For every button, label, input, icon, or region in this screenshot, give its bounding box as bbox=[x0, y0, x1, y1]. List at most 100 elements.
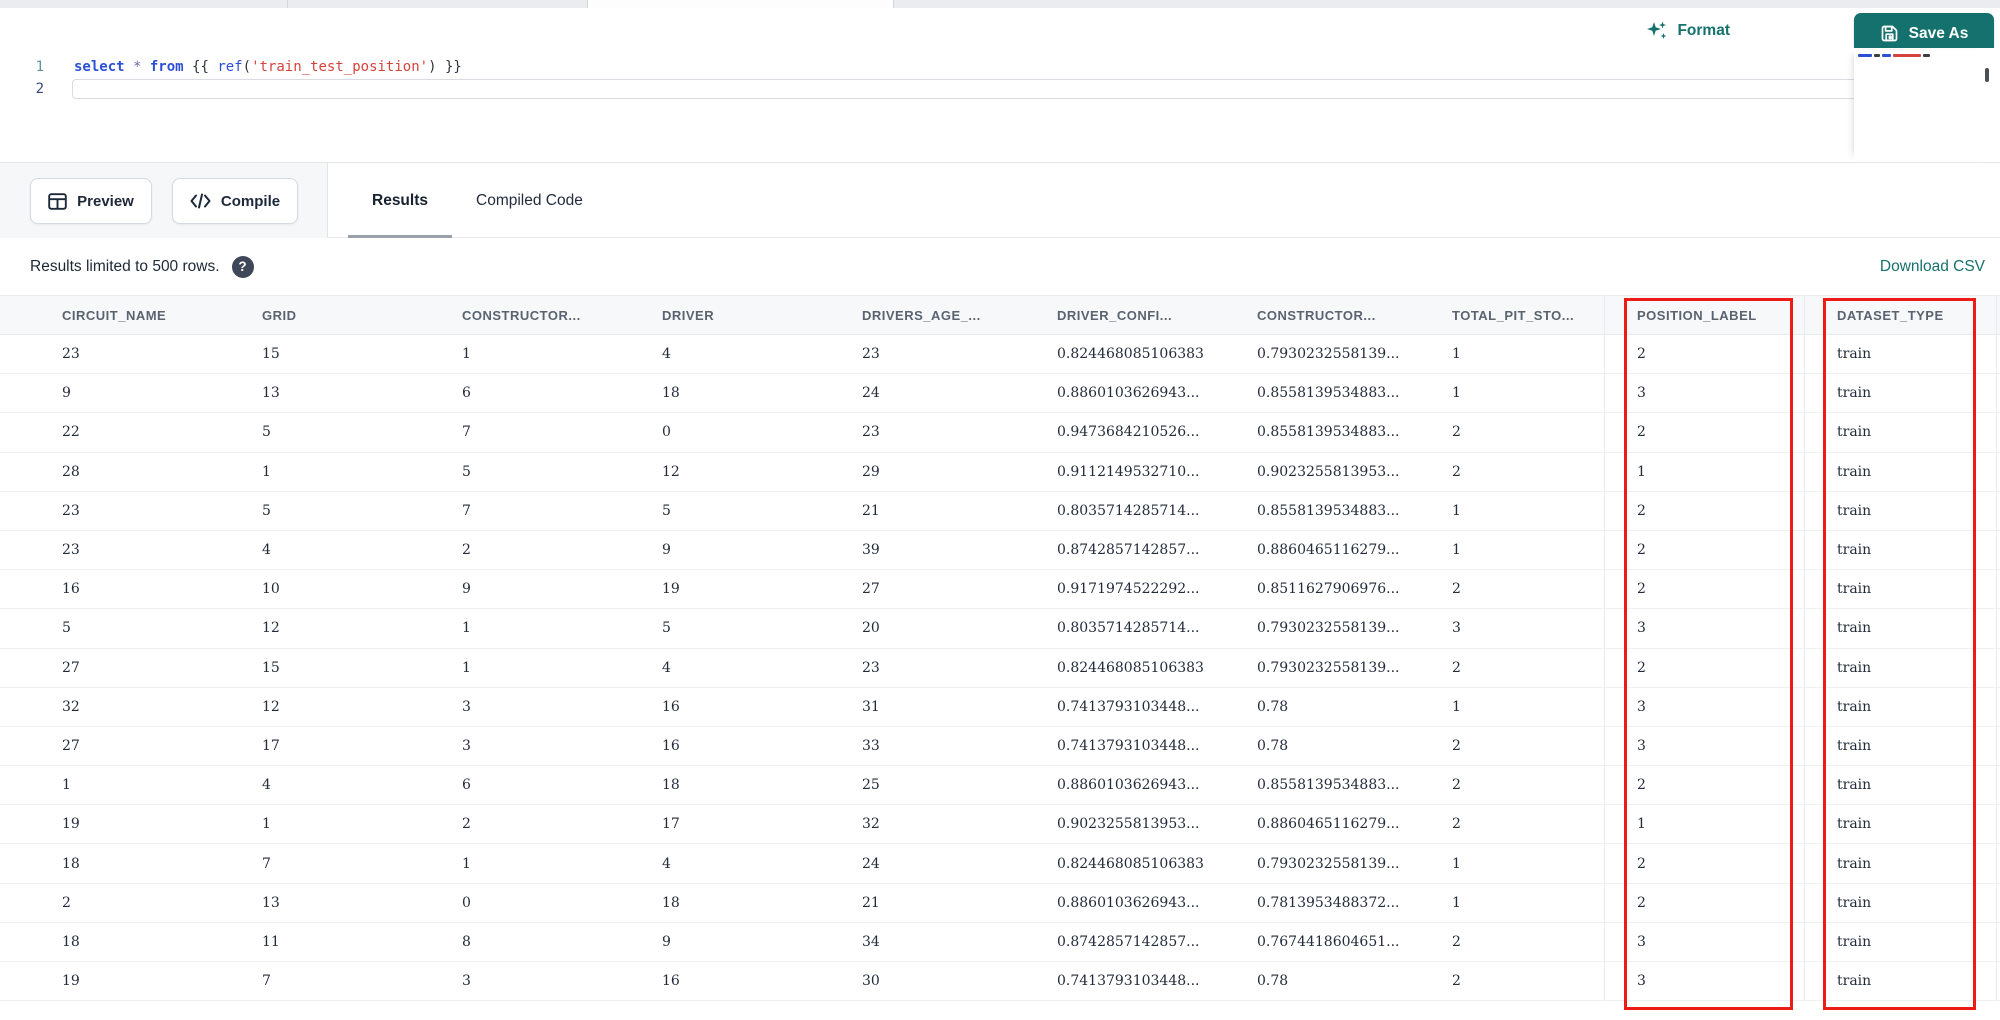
table-cell: 2 bbox=[430, 531, 630, 571]
editor-line-2[interactable]: 2 bbox=[0, 78, 2000, 100]
compile-label: Compile bbox=[220, 192, 281, 210]
table-cell: 0.7413793103448... bbox=[1025, 688, 1225, 727]
format-button[interactable]: Format bbox=[1646, 16, 1730, 46]
table-cell: 16 bbox=[30, 570, 230, 610]
table-cell: 0.7413793103448... bbox=[1025, 727, 1225, 767]
format-label: Format bbox=[1677, 22, 1730, 39]
table-cell: 20 bbox=[830, 609, 1025, 649]
column-header: CONSTRUCTOR... bbox=[430, 295, 630, 335]
table-header-row: CIRCUIT_NAME GRID CONSTRUCTOR... DRIVER DRIV… bbox=[0, 295, 2000, 335]
table-cell: 2 bbox=[1420, 923, 1604, 962]
code-token-punct: ( bbox=[242, 59, 252, 75]
sql-editor[interactable]: 1 select * from {{ ref('train_test_posit… bbox=[0, 48, 2000, 163]
table-cell: 0.78 bbox=[1225, 962, 1420, 1002]
table-cell: 0.9112149532710... bbox=[1025, 453, 1225, 492]
table-cell: 0.9473684210526... bbox=[1025, 413, 1225, 453]
table-cell: train bbox=[1804, 335, 1997, 375]
save-as-label: Save As bbox=[1908, 24, 1969, 42]
table-cell: 3 bbox=[1604, 374, 1804, 414]
table-cell: 21 bbox=[830, 884, 1025, 923]
table-cell: train bbox=[1804, 374, 1997, 414]
table-cell: 1 bbox=[230, 805, 430, 845]
table-cell: 5 bbox=[630, 609, 830, 649]
table-cell: 0.8035714285714... bbox=[1025, 492, 1225, 531]
table-cell: 2 bbox=[1420, 805, 1604, 845]
table-cell: train bbox=[1804, 766, 1997, 806]
table-cell: 24 bbox=[830, 374, 1025, 414]
spacer-cell bbox=[0, 295, 30, 335]
table-row: 27 17 3 16 33 0.7413793103448... 0.78 2 3 train bbox=[0, 726, 2000, 767]
table-cell: 5 bbox=[230, 413, 430, 453]
preview-button[interactable]: Preview bbox=[30, 178, 152, 224]
scrollbar-thumb[interactable] bbox=[1985, 68, 1989, 82]
table-row: 9 13 6 18 24 0.8860103626943... 0.855813953488… bbox=[0, 374, 2000, 414]
table-cell: 18 bbox=[30, 923, 230, 962]
table-cell: 2 bbox=[1420, 413, 1604, 453]
code-token-operator: * bbox=[133, 59, 150, 75]
action-bar: Preview Compile Results Compiled Code bbox=[0, 163, 2000, 238]
table-row: 2 13 0 18 21 0.8860103626943... 0.781395348837… bbox=[0, 883, 2000, 923]
table-cell: 32 bbox=[830, 805, 1025, 845]
table-cell: 0.8558139534883... bbox=[1225, 766, 1420, 806]
editor-line-1[interactable]: 1 select * from {{ ref('train_test_posit… bbox=[0, 56, 2000, 78]
spacer-cell bbox=[0, 884, 30, 923]
editor-minimap[interactable] bbox=[1854, 50, 1990, 160]
table-cell: 6 bbox=[430, 374, 630, 414]
table-cell: 0.8860465116279... bbox=[1225, 805, 1420, 845]
table-cell: 4 bbox=[630, 649, 830, 688]
table-cell: 0.8035714285714... bbox=[1025, 609, 1225, 649]
code-token-keyword: from bbox=[149, 59, 193, 75]
table-cell: 13 bbox=[230, 374, 430, 414]
table-cell: 2 bbox=[1604, 413, 1804, 453]
table-row: 19 1 2 17 32 0.9023255813953... 0.886046511627… bbox=[0, 805, 2000, 845]
tab-results[interactable]: Results bbox=[348, 163, 452, 238]
compile-button[interactable]: Compile bbox=[172, 178, 298, 224]
tab-compiled-code[interactable]: Compiled Code bbox=[452, 163, 607, 238]
table-cell: 0.8742857142857... bbox=[1025, 531, 1225, 571]
tab-divider bbox=[893, 0, 894, 8]
preview-label: Preview bbox=[77, 192, 134, 210]
column-header: GRID bbox=[230, 295, 430, 335]
spacer-cell bbox=[0, 844, 30, 884]
active-file-tab[interactable] bbox=[587, 0, 893, 8]
table-cell: 27 bbox=[30, 727, 230, 767]
table-cell: 0.7813953488372... bbox=[1225, 884, 1420, 923]
table-cell: 0.7930232558139... bbox=[1225, 649, 1420, 688]
spacer-cell bbox=[0, 609, 30, 649]
results-table-wrap: CIRCUIT_NAME GRID CONSTRUCTOR... DRIVER DRIV… bbox=[0, 295, 2000, 1010]
table-cell: 2 bbox=[30, 884, 230, 923]
table-cell: 23 bbox=[830, 649, 1025, 688]
editor-toolbar: Format Save As bbox=[0, 8, 2000, 54]
column-header: DRIVERS_AGE_... bbox=[830, 295, 1025, 335]
table-cell: 15 bbox=[230, 649, 430, 688]
table-cell: train bbox=[1804, 609, 1997, 649]
table-cell: 18 bbox=[30, 844, 230, 884]
table-cell: 3 bbox=[1604, 609, 1804, 649]
table-row: 23 5 7 5 21 0.8035714285714... 0.8558139534883… bbox=[0, 491, 2000, 531]
table-row: 23 4 2 9 39 0.8742857142857... 0.8860465116279… bbox=[0, 530, 2000, 571]
table-cell: 3 bbox=[430, 962, 630, 1002]
table-grid-icon bbox=[48, 192, 67, 210]
table-cell: 2 bbox=[1604, 844, 1804, 884]
download-csv-link[interactable]: Download CSV bbox=[1880, 258, 1985, 276]
table-cell: 31 bbox=[830, 688, 1025, 727]
table-cell: 7 bbox=[230, 844, 430, 884]
spacer-cell bbox=[0, 335, 30, 375]
table-cell: 0.8558139534883... bbox=[1225, 413, 1420, 453]
line-number: 1 bbox=[35, 59, 44, 75]
help-icon[interactable]: ? bbox=[231, 255, 254, 278]
table-cell: train bbox=[1804, 530, 1997, 571]
line-number: 2 bbox=[35, 81, 44, 97]
code-token-punct: {{ bbox=[192, 59, 218, 75]
table-cell: 1 bbox=[1604, 805, 1804, 845]
minimap-code-line bbox=[1858, 54, 1930, 57]
table-cell: 30 bbox=[830, 962, 1025, 1002]
table-cell: 22 bbox=[30, 413, 230, 453]
table-cell: 19 bbox=[630, 570, 830, 610]
table-cell: 2 bbox=[1604, 335, 1804, 375]
table-cell: train bbox=[1804, 491, 1997, 531]
table-cell: 17 bbox=[630, 805, 830, 845]
table-cell: 2 bbox=[1604, 491, 1804, 531]
table-row: 16 10 9 19 27 0.9171974522292... 0.85116279069… bbox=[0, 570, 2000, 610]
table-cell: 4 bbox=[230, 531, 430, 571]
